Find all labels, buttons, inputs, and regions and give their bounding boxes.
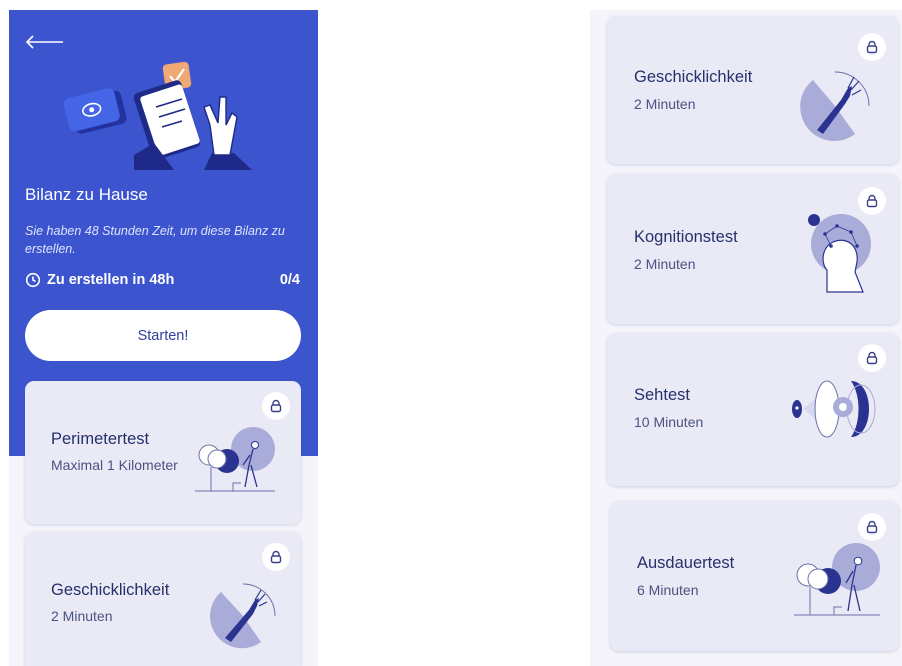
test-card-perimetertest[interactable]: Perimetertest Maximal 1 Kilometer: [25, 381, 301, 524]
test-card-ausdauertest[interactable]: Ausdauertest 6 Minuten: [610, 501, 899, 651]
start-button[interactable]: Starten!: [25, 310, 301, 361]
timer-row: Zu erstellen in 48h 0/4: [25, 272, 300, 288]
walking-person-illustration: [794, 543, 880, 616]
card-duration: 6 Minuten: [637, 582, 699, 598]
page-subtitle: Sie haben 48 Stunden Zeit, um diese Bila…: [25, 224, 285, 256]
card-title: Kognitionstest: [634, 228, 738, 246]
hand-dexterity-illustration: [210, 583, 276, 649]
lock-button: [858, 344, 886, 372]
card-duration: 2 Minuten: [51, 608, 113, 624]
lock-icon: [866, 194, 878, 208]
card-title: Perimetertest: [51, 430, 150, 448]
lock-button: [858, 33, 886, 61]
checklist-illustration: [64, 61, 252, 170]
timer-label: Zu erstellen in 48h: [47, 272, 175, 288]
test-card-geschicklichkeit[interactable]: Geschicklichkeit 2 Minuten: [25, 532, 301, 666]
head-constellation-illustration: [808, 214, 871, 293]
card-duration: 10 Minuten: [634, 414, 704, 430]
lock-icon: [866, 351, 878, 365]
test-card-sehtest[interactable]: Sehtest 10 Minuten: [607, 333, 899, 486]
progress-count: 0/4: [279, 272, 300, 288]
card-duration: 2 Minuten: [634, 256, 696, 272]
card-title: Sehtest: [634, 386, 690, 404]
lock-button: [858, 513, 886, 541]
back-button[interactable]: [25, 32, 65, 52]
test-card-kognitionstest[interactable]: Kognitionstest 2 Minuten: [607, 174, 899, 324]
lock-button: [262, 543, 290, 571]
card-title: Geschicklichkeit: [634, 68, 753, 86]
card-title: Geschicklichkeit: [51, 581, 170, 599]
clock-icon: [25, 272, 41, 288]
page-title: Bilanz zu Hause: [25, 185, 148, 204]
test-card-geschicklichkeit[interactable]: Geschicklichkeit 2 Minuten: [607, 16, 899, 164]
hand-dexterity-illustration: [800, 71, 870, 142]
right-screen: Geschicklichkeit 2 Minuten Kognitionstes…: [590, 10, 902, 666]
left-screen: Bilanz zu Hause Sie haben 48 Stunden Zei…: [9, 10, 318, 666]
lock-button: [262, 392, 290, 420]
card-duration: 2 Minuten: [634, 96, 696, 112]
lock-icon: [866, 40, 878, 54]
walking-person-illustration: [195, 427, 275, 492]
card-duration: Maximal 1 Kilometer: [51, 457, 178, 473]
card-title: Ausdauertest: [637, 554, 735, 572]
arrow-left-icon: [25, 35, 63, 49]
lock-button: [858, 187, 886, 215]
lock-icon: [270, 550, 282, 564]
lock-icon: [270, 399, 282, 413]
lock-icon: [866, 520, 878, 534]
eye-vision-illustration: [792, 380, 876, 438]
